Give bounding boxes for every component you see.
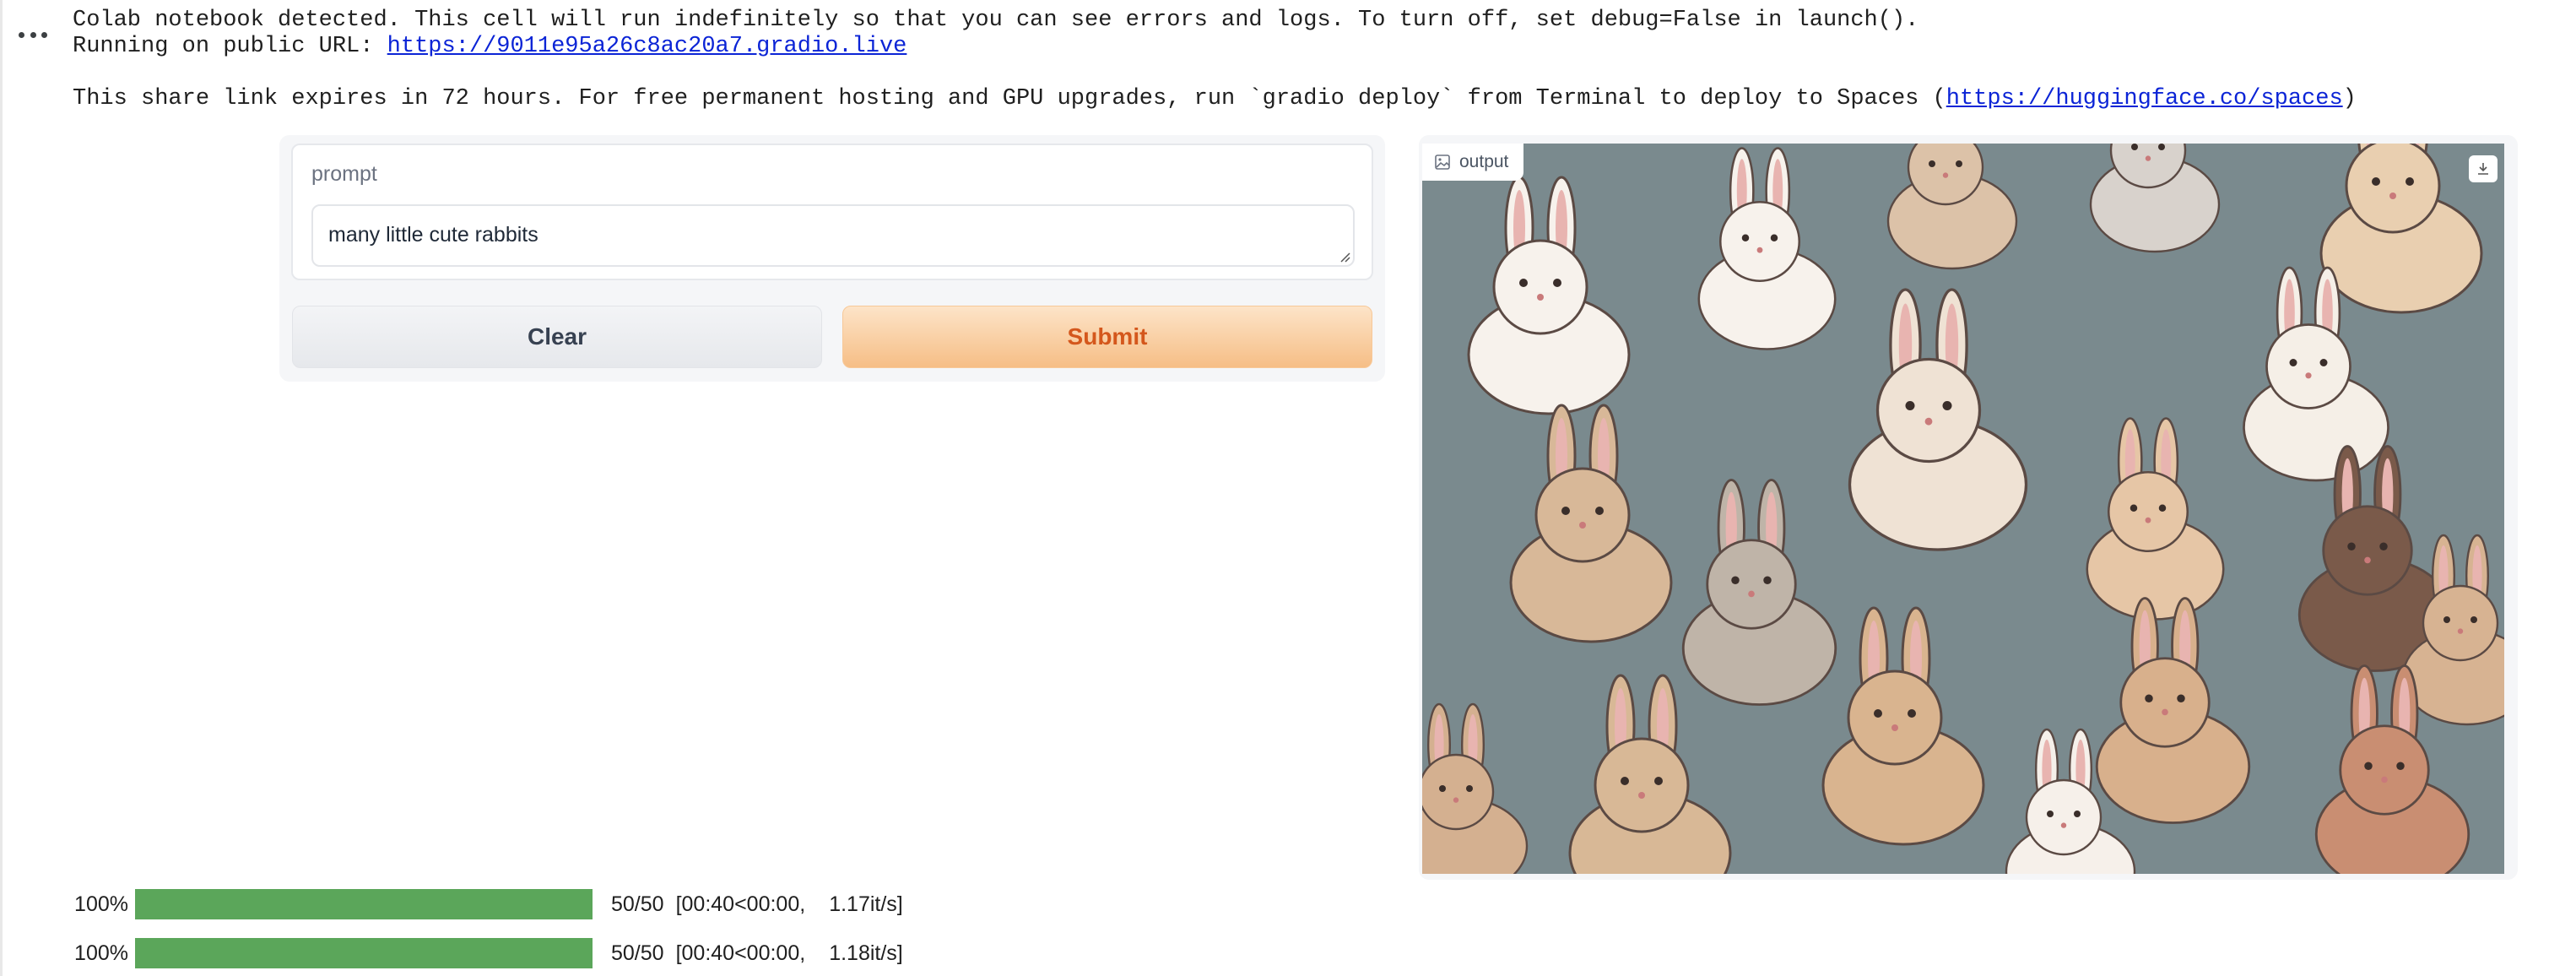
progress-time: [00:40<00:00,: [675, 941, 806, 965]
prompt-value: many little cute rabbits: [328, 223, 538, 247]
progress-row: 100% 50/50 [00:40<00:00, 1.17it/s]: [73, 888, 903, 920]
progress-bar: [135, 938, 593, 968]
progress-rate: 1.18it/s]: [829, 941, 903, 965]
more-options-icon[interactable]: [19, 25, 47, 44]
log-text: This share link expires in 72 hours. For…: [73, 86, 1946, 111]
output-label-badge: output: [1422, 144, 1524, 181]
output-panel: output: [1419, 135, 2518, 880]
clear-button[interactable]: Clear: [292, 306, 822, 368]
cell-gutter: [0, 0, 3, 976]
rabbit-shape: [1681, 479, 1837, 706]
log-line-colab-detected: Colab notebook detected. This cell will …: [73, 8, 1919, 33]
log-line-share-link: This share link expires in 72 hours. For…: [73, 86, 2357, 112]
progress-row: 100% 50/50 [00:40<00:00, 1.18it/s]: [73, 937, 903, 969]
image-icon: [1435, 155, 1450, 170]
rabbit-shape: [1422, 702, 1529, 874]
rabbit-shape: [1821, 606, 1985, 846]
progress-bar: [135, 889, 593, 919]
rabbit-shape: [2089, 144, 2221, 253]
prompt-label: prompt: [311, 162, 377, 186]
spaces-link[interactable]: https://huggingface.co/spaces: [1946, 86, 2343, 111]
output-image: [1422, 144, 2504, 874]
public-url-link[interactable]: https://9011e95a26c8ac20a7.gradio.live: [387, 34, 907, 59]
rabbit-shape: [1509, 404, 1673, 643]
rabbit-shape: [1848, 288, 2028, 551]
submit-button[interactable]: Submit: [842, 306, 1372, 368]
progress-count: 50/50: [611, 941, 664, 965]
input-panel: prompt many little cute rabbits Clear Su…: [279, 135, 1385, 382]
progress-percent: 100%: [74, 892, 128, 916]
progress-count: 50/50: [611, 892, 664, 916]
output-label: output: [1459, 152, 1509, 171]
log-text-suffix: ): [2342, 86, 2357, 111]
rabbit-illustration: [1422, 144, 2504, 874]
download-icon[interactable]: [2469, 155, 2498, 182]
log-prefix: Running on public URL:: [73, 34, 387, 59]
progress-fill: [135, 938, 593, 968]
resize-grip-icon[interactable]: [1337, 249, 1350, 263]
rabbit-shape: [2095, 597, 2251, 824]
prompt-textarea[interactable]: many little cute rabbits: [311, 204, 1355, 267]
rabbit-shape: [1697, 147, 1837, 350]
progress-time: [00:40<00:00,: [675, 892, 806, 916]
progress-rate: 1.17it/s]: [829, 892, 903, 916]
rabbit-shape: [1467, 176, 1631, 415]
rabbit-shape: [2319, 144, 2483, 314]
rabbit-shape: [1886, 144, 2018, 270]
prompt-block: prompt many little cute rabbits: [291, 144, 1373, 280]
rabbit-shape: [2086, 417, 2225, 621]
progress-fill: [135, 889, 593, 919]
progress-percent: 100%: [74, 941, 128, 965]
log-line-public-url: Running on public URL: https://9011e95a2…: [73, 34, 906, 60]
rabbit-shape: [1568, 674, 1732, 874]
